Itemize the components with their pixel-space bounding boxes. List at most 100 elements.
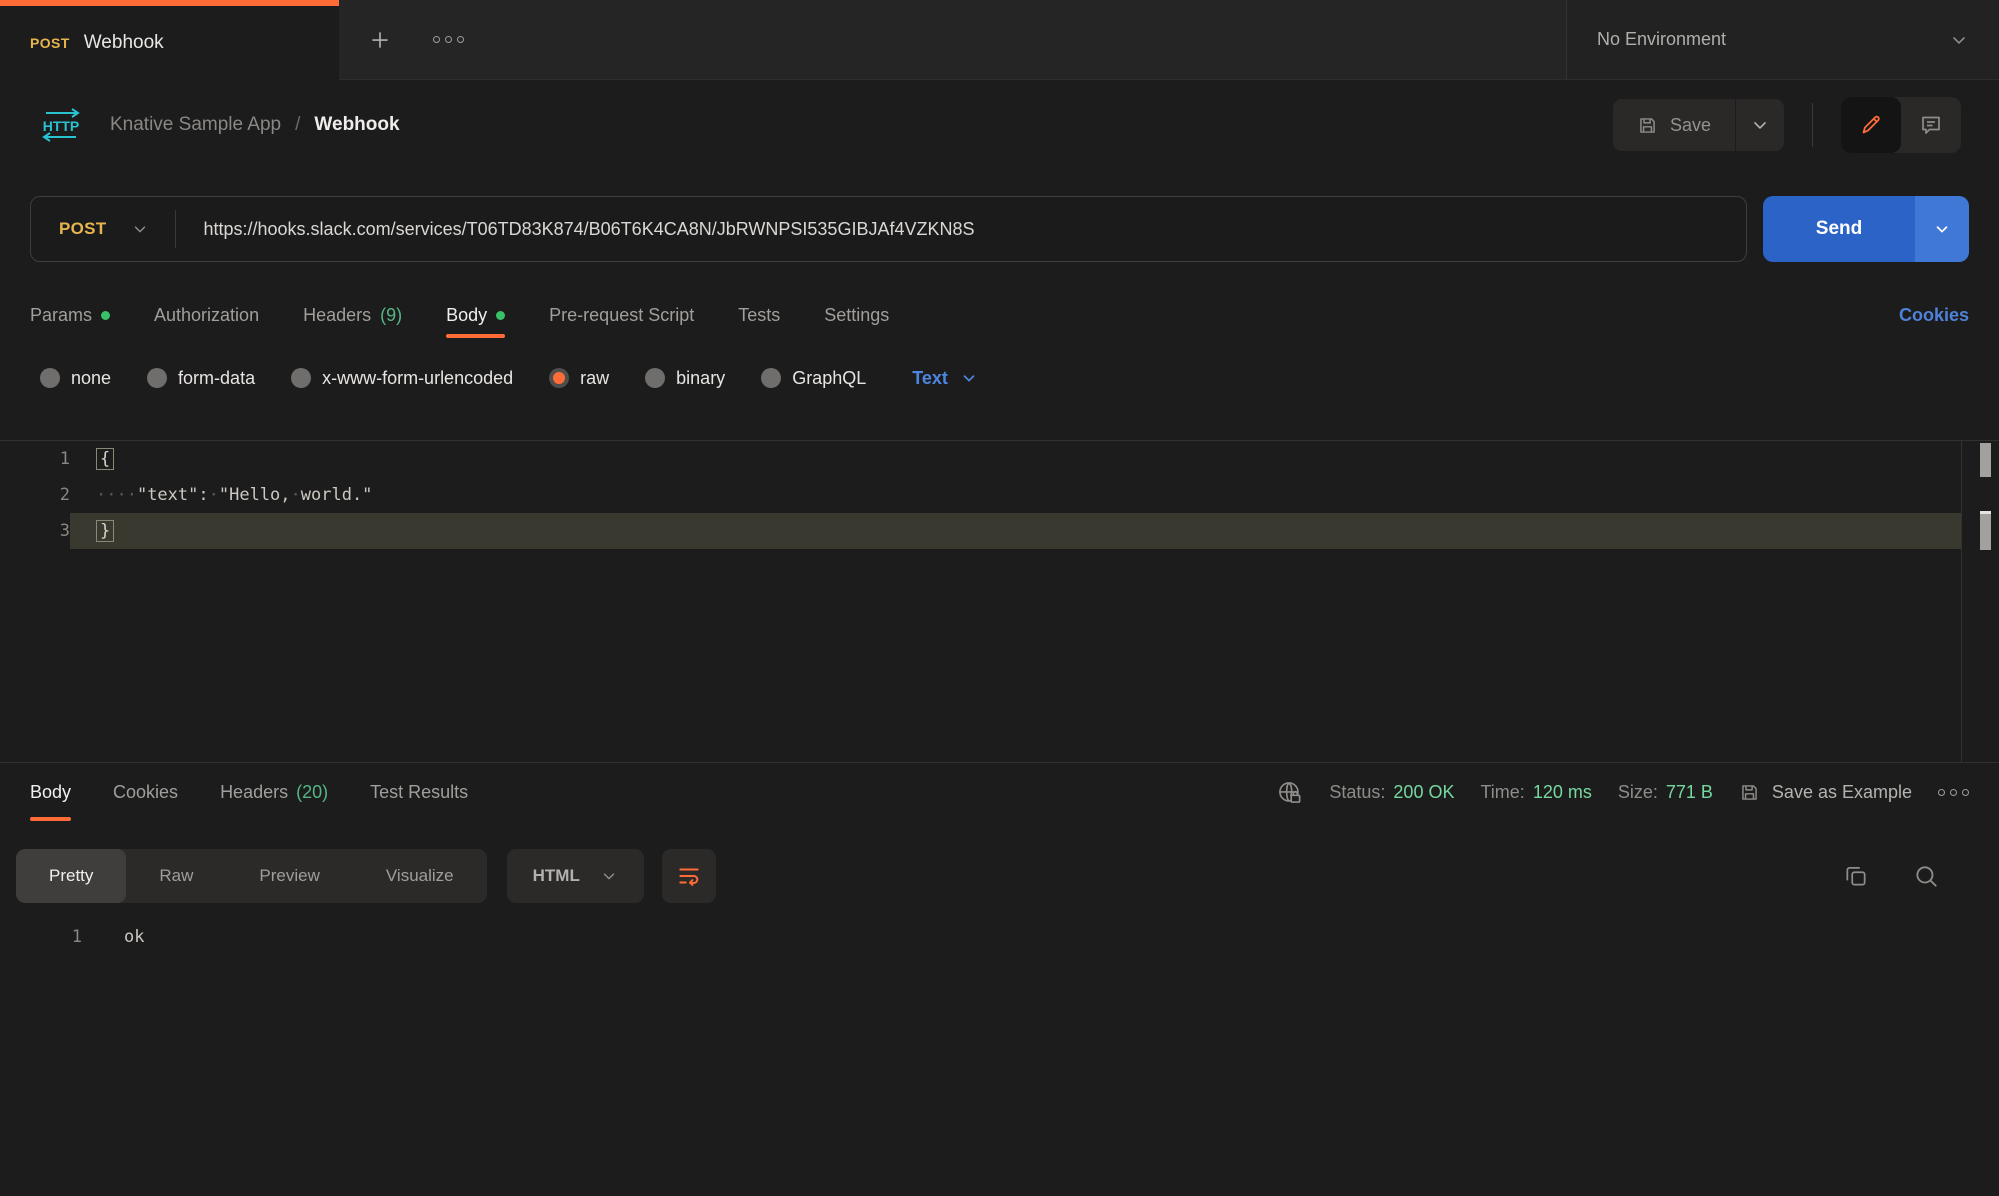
- send-options-button[interactable]: [1915, 196, 1969, 262]
- view-visualize[interactable]: Visualize: [353, 849, 487, 903]
- tab-label: Settings: [824, 305, 889, 326]
- tab-params[interactable]: Params: [30, 292, 110, 338]
- response-language-selector[interactable]: HTML: [507, 849, 644, 903]
- comments-button[interactable]: [1901, 97, 1961, 153]
- editor-line[interactable]: 3}: [0, 513, 1999, 549]
- chevron-down-icon: [1949, 30, 1969, 50]
- radio-icon: [761, 368, 781, 388]
- breadcrumb-separator: /: [295, 114, 300, 136]
- tab-label: Test Results: [370, 782, 468, 803]
- editor-overview-ruler[interactable]: [1961, 441, 1999, 762]
- body-mode-form-data[interactable]: form-data: [147, 368, 255, 389]
- send-button[interactable]: Send: [1763, 196, 1915, 262]
- editor-line[interactable]: 1{: [0, 441, 1999, 477]
- tab-pre-request-script[interactable]: Pre-request Script: [549, 292, 694, 338]
- breadcrumb-collection[interactable]: Knative Sample App: [110, 114, 281, 136]
- save-button[interactable]: Save: [1613, 99, 1735, 151]
- network-globe-lock-icon[interactable]: [1276, 779, 1303, 806]
- view-raw[interactable]: Raw: [126, 849, 226, 903]
- response-body-viewer[interactable]: 1 ok: [0, 919, 1999, 955]
- radio-label: none: [71, 368, 111, 389]
- status-value: 200 OK: [1393, 782, 1454, 803]
- pencil-icon: [1859, 113, 1883, 137]
- response-tab-headers[interactable]: Headers (20): [220, 763, 328, 821]
- edit-documentation-button[interactable]: [1841, 97, 1901, 153]
- size-badge: Size: 771 B: [1618, 782, 1713, 803]
- view-pretty[interactable]: Pretty: [16, 849, 126, 903]
- response-headers-count: (20): [296, 782, 328, 803]
- chevron-down-icon: [600, 867, 618, 885]
- comment-icon: [1919, 113, 1943, 137]
- tab-headers[interactable]: Headers (9): [303, 292, 402, 338]
- chevron-down-icon: [1750, 115, 1770, 135]
- line-code: ····"text":·"Hello,·world.": [70, 477, 1962, 513]
- tab-settings[interactable]: Settings: [824, 292, 889, 338]
- line-number: 1: [0, 919, 82, 955]
- wrap-lines-button[interactable]: [662, 849, 716, 903]
- response-options-icon[interactable]: [1938, 789, 1969, 796]
- response-section-tabs: Body Cookies Headers (20) Test Results: [0, 762, 1999, 821]
- save-as-example-button[interactable]: Save as Example: [1739, 782, 1912, 803]
- tab-label: Headers: [220, 782, 288, 803]
- line-number: 3: [0, 513, 70, 549]
- ruler-mark: [1980, 511, 1991, 550]
- view-preview[interactable]: Preview: [226, 849, 352, 903]
- line-number: 1: [0, 441, 70, 477]
- time-badge: Time: 120 ms: [1480, 782, 1591, 803]
- divider: [1812, 103, 1813, 147]
- format-label: Text: [912, 368, 948, 389]
- radio-icon: [147, 368, 167, 388]
- radio-label: form-data: [178, 368, 255, 389]
- body-mode-urlencoded[interactable]: x-www-form-urlencoded: [291, 368, 513, 389]
- copy-icon[interactable]: [1843, 863, 1869, 889]
- response-tab-cookies[interactable]: Cookies: [113, 763, 178, 821]
- request-section-tabs: Params Authorization Headers (9) Body Pr…: [30, 292, 1969, 338]
- word-wrap-icon: [676, 863, 702, 889]
- body-dot: [496, 311, 505, 320]
- url-input[interactable]: https://hooks.slack.com/services/T06TD83…: [204, 219, 975, 240]
- radio-label: GraphQL: [792, 368, 866, 389]
- line-code: }: [70, 513, 1962, 549]
- environment-label: No Environment: [1597, 29, 1726, 50]
- divider: [175, 210, 176, 248]
- request-body-editor[interactable]: 1{2····"text":·"Hello,·world."3}: [0, 440, 1999, 762]
- tab-tests[interactable]: Tests: [738, 292, 780, 338]
- add-tab-button[interactable]: [367, 27, 393, 53]
- response-view-switcher: Pretty Raw Preview Visualize: [16, 849, 487, 903]
- tab-body[interactable]: Body: [446, 292, 505, 338]
- line-number: 2: [0, 477, 70, 513]
- tab-label: Headers: [303, 305, 371, 326]
- headers-count: (9): [380, 305, 402, 326]
- editor-line[interactable]: 2····"text":·"Hello,·world.": [0, 477, 1999, 513]
- tab-label: Params: [30, 305, 92, 326]
- tab-label: Authorization: [154, 305, 259, 326]
- response-tab-body[interactable]: Body: [30, 763, 71, 821]
- raw-format-selector[interactable]: Text: [912, 368, 978, 389]
- response-tab-test-results[interactable]: Test Results: [370, 763, 468, 821]
- size-label: Size:: [1618, 782, 1658, 803]
- body-mode-none[interactable]: none: [40, 368, 111, 389]
- svg-text:HTTP: HTTP: [43, 118, 80, 134]
- body-mode-binary[interactable]: binary: [645, 368, 725, 389]
- radio-label: binary: [676, 368, 725, 389]
- tab-label: Tests: [738, 305, 780, 326]
- environment-selector[interactable]: No Environment: [1566, 0, 1999, 80]
- time-value: 120 ms: [1533, 782, 1592, 803]
- tab-options-icon[interactable]: [433, 36, 464, 43]
- radio-icon: [291, 368, 311, 388]
- search-icon[interactable]: [1913, 863, 1939, 889]
- http-protocol-icon: HTTP: [38, 106, 84, 144]
- request-tab[interactable]: POST Webhook: [0, 0, 339, 80]
- save-options-button[interactable]: [1736, 99, 1784, 151]
- language-label: HTML: [533, 866, 580, 886]
- body-mode-graphql[interactable]: GraphQL: [761, 368, 866, 389]
- cookies-link[interactable]: Cookies: [1899, 292, 1969, 338]
- chevron-down-icon[interactable]: [131, 220, 149, 238]
- method-selector[interactable]: POST: [31, 219, 131, 239]
- tab-authorization[interactable]: Authorization: [154, 292, 259, 338]
- radio-label: raw: [580, 368, 609, 389]
- body-mode-raw[interactable]: raw: [549, 368, 609, 389]
- line-code: {: [70, 441, 1962, 477]
- breadcrumb-request-name[interactable]: Webhook: [314, 114, 399, 136]
- response-tools: [1843, 863, 1939, 889]
